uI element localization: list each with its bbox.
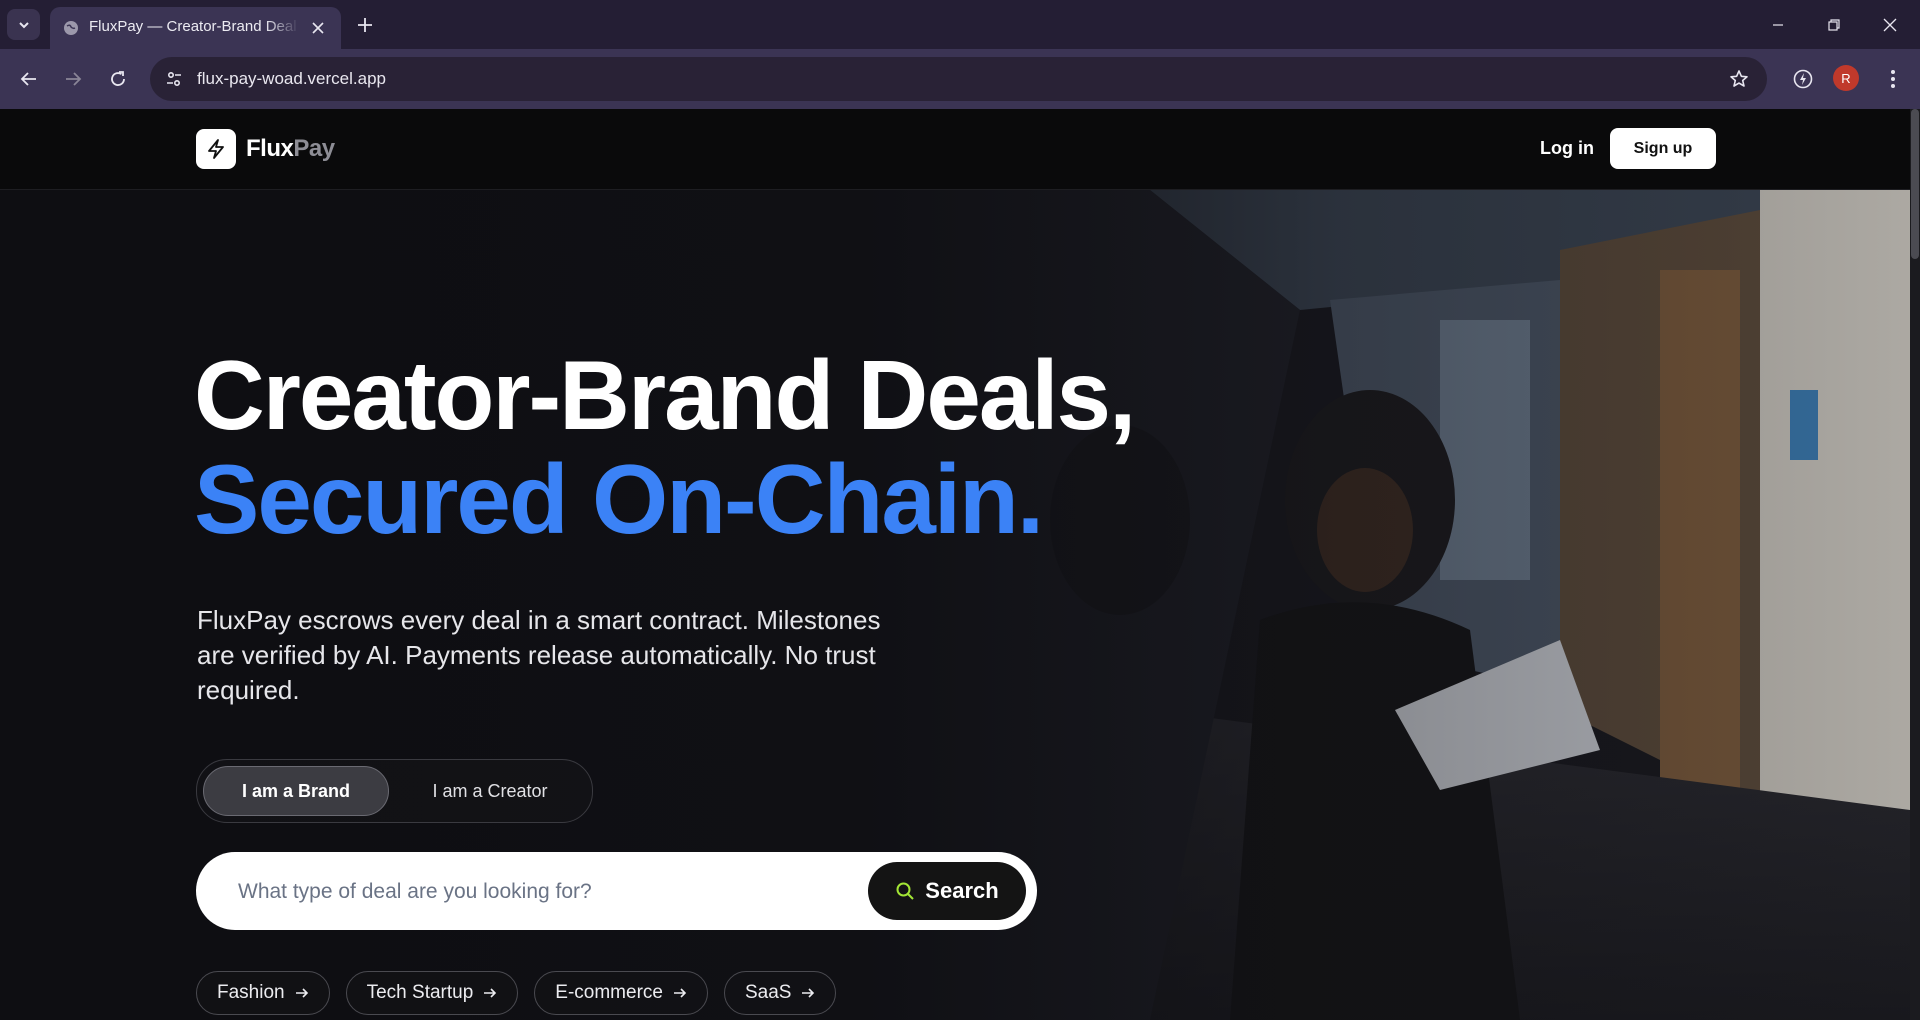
page-viewport: FluxPay Log in Sign up Creator-Brand Dea… <box>0 109 1920 1020</box>
close-icon <box>1883 18 1897 31</box>
close-icon <box>312 22 324 34</box>
search-icon <box>896 882 915 900</box>
role-toggle: I am a Brand I am a Creator <box>196 759 593 823</box>
chip-label: Tech Startup <box>366 982 474 1003</box>
arrow-right-icon <box>295 986 309 1000</box>
tab-search-button[interactable] <box>7 9 40 40</box>
category-chip-ecommerce[interactable]: E-commerce <box>534 971 708 1015</box>
minimize-button[interactable] <box>1750 0 1806 49</box>
browser-menu-button[interactable] <box>1876 62 1910 96</box>
search-button-label: Search <box>925 878 999 903</box>
deal-search-input[interactable] <box>236 852 820 932</box>
reload-button[interactable] <box>101 62 135 96</box>
logo-text-pay: Pay <box>293 135 335 162</box>
url-text: flux-pay-woad.vercel.app <box>197 69 386 88</box>
profile-avatar[interactable]: R <box>1833 65 1859 91</box>
chip-label: E-commerce <box>555 982 663 1003</box>
site-header: FluxPay Log in Sign up <box>0 109 1910 190</box>
restore-button[interactable] <box>1806 0 1862 49</box>
site-info-button[interactable] <box>160 65 188 93</box>
browser-toolbar: flux-pay-woad.vercel.app R <box>0 49 1920 109</box>
role-option-creator[interactable]: I am a Creator <box>397 766 583 816</box>
back-button[interactable] <box>12 62 46 96</box>
category-chip-tech-startup[interactable]: Tech Startup <box>345 971 519 1015</box>
star-icon <box>1730 70 1748 87</box>
role-option-brand[interactable]: I am a Brand <box>203 766 389 816</box>
forward-button[interactable] <box>56 62 90 96</box>
lightning-icon <box>196 129 236 169</box>
arrow-right-icon <box>66 72 82 86</box>
deal-search-bar: Search <box>196 852 1037 932</box>
logo-wordmark: FluxPay <box>246 135 335 163</box>
tab-close-button[interactable] <box>308 18 328 38</box>
plus-icon <box>358 18 372 32</box>
arrow-right-icon <box>483 986 497 1000</box>
hero-title-line1: Creator-Brand Deals, <box>194 340 1136 450</box>
hero-subtitle: FluxPay escrows every deal in a smart co… <box>197 605 881 705</box>
close-window-button[interactable] <box>1862 0 1918 49</box>
arrow-left-icon <box>20 72 36 86</box>
restore-icon <box>1828 18 1840 31</box>
browser-tab-active[interactable]: FluxPay — Creator-Brand Deal Escrow <box>50 7 341 49</box>
page-scrollbar[interactable] <box>1910 109 1920 1020</box>
arrow-right-icon <box>673 986 687 1000</box>
fluxpay-logo[interactable]: FluxPay <box>196 129 335 169</box>
new-tab-button[interactable] <box>352 12 378 38</box>
tab-title: FluxPay — Creator-Brand Deal Escrow <box>89 18 299 35</box>
tune-icon <box>167 71 181 87</box>
more-vertical-icon <box>1891 70 1895 88</box>
browser-tabstrip: FluxPay — Creator-Brand Deal Escrow <box>0 0 1920 49</box>
category-chip-fashion[interactable]: Fashion <box>196 971 330 1015</box>
category-chip-saas[interactable]: SaaS <box>723 971 837 1015</box>
globe-icon <box>64 21 78 35</box>
lightning-circle-icon <box>1793 69 1813 89</box>
scrollbar-thumb[interactable] <box>1911 109 1919 259</box>
logo-text-flux: Flux <box>246 135 294 162</box>
login-link[interactable]: Log in <box>1540 138 1594 159</box>
hero-title-line2: Secured On-Chain. <box>194 444 1044 554</box>
signup-button[interactable]: Sign up <box>1610 128 1716 169</box>
arrow-right-icon <box>801 986 815 1000</box>
chevron-down-icon <box>18 21 29 28</box>
extension-button[interactable] <box>1786 62 1820 96</box>
category-chips: Fashion Tech Startup E-commerce SaaS <box>196 971 837 1015</box>
minimize-icon <box>1773 23 1783 26</box>
chip-label: Fashion <box>217 982 285 1003</box>
reload-icon <box>111 71 125 86</box>
chip-label: SaaS <box>744 982 792 1003</box>
search-button[interactable]: Search <box>868 862 1026 920</box>
address-bar[interactable]: flux-pay-woad.vercel.app <box>150 57 1767 101</box>
bookmark-button[interactable] <box>1727 67 1751 91</box>
